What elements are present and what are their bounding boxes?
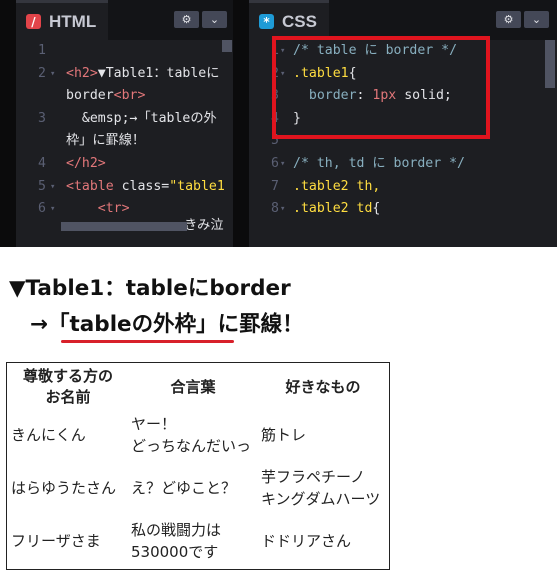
heading-line-1: ▼Table1：tableにborder	[9, 276, 291, 301]
code-text: <table class="table1	[66, 178, 225, 194]
html-pane-header: / HTML ⚙ ⌄	[16, 0, 233, 40]
css-tab-label: CSS	[282, 11, 317, 31]
code-line: 4 </h2>	[16, 153, 233, 176]
line-number: 6	[271, 155, 279, 171]
code-line: border<br>	[16, 85, 233, 108]
emphasis-underline	[61, 340, 234, 343]
table-row: フリーザさま 私の戦闘力は 530000です ドドリアさん	[9, 516, 387, 567]
table-header-row: 尊敬する方の お名前 合言葉 好きなもの	[9, 365, 387, 407]
code-line: 5 ▾ <table class="table1	[16, 176, 233, 199]
css-pane-controls: ⚙ ⌄	[496, 11, 549, 28]
gear-icon: ⚙	[503, 13, 514, 26]
css-tab[interactable]: * CSS	[249, 0, 329, 40]
highlight-box	[272, 36, 490, 139]
code-line: 2 ▾ <h2>▼Table1：tableに	[16, 63, 233, 86]
code-text: .table2 th,	[293, 178, 381, 194]
fold-arrow-icon[interactable]: ▾	[280, 198, 285, 221]
code-text: <tr>	[66, 201, 130, 217]
line-number: 6	[38, 201, 46, 217]
table-cell: はらゆうたさん	[11, 478, 117, 497]
line-number: 1	[38, 43, 46, 58]
code-text: /* th, td に border */	[293, 155, 465, 171]
line-number: 2	[38, 65, 46, 81]
code-editor: / HTML ⚙ ⌄ 1 2 ▾ <h2>▼Table1：tableに border<b…	[0, 0, 557, 247]
line-number: 4	[38, 155, 46, 171]
code-line: 1	[16, 40, 233, 63]
html-pane: / HTML ⚙ ⌄ 1 2 ▾ <h2>▼Table1：tableに border<b…	[16, 0, 233, 247]
code-text: border<br>	[66, 88, 146, 104]
fold-arrow-icon[interactable]: ▾	[50, 176, 55, 199]
table-cell: フリーザさま	[11, 532, 101, 551]
html-horizontal-scrollbar[interactable]	[61, 222, 187, 231]
chevron-down-icon: ⌄	[531, 13, 542, 26]
code-text: </h2>	[66, 155, 106, 171]
code-line: 6 ▾ /* th, td に border */	[249, 153, 557, 176]
code-line: 7 .table2 th,	[249, 176, 557, 199]
fold-arrow-icon[interactable]: ▾	[50, 63, 55, 86]
rendered-output: ▼Table1：tableにborder →「tableの外枠」に罫線！ 尊敬す…	[0, 247, 557, 579]
table-cell: え？どゆこと？	[131, 478, 237, 497]
code-text: .table2 td{	[293, 201, 381, 217]
table-cell: ドドリアさん	[261, 532, 352, 551]
css-pane-header: * CSS ⚙ ⌄	[249, 0, 557, 40]
fold-arrow-icon[interactable]: ▾	[50, 198, 55, 221]
css-collapse-button[interactable]: ⌄	[524, 11, 549, 28]
output-heading: ▼Table1：tableにborder →「tableの外枠」に罫線！	[9, 271, 304, 343]
html-collapse-button[interactable]: ⌄	[202, 11, 227, 28]
code-line: 3 &emsp;→「tableの外	[16, 108, 233, 131]
code-text: <h2>▼Table1：tableに	[66, 65, 220, 81]
html-pane-controls: ⚙ ⌄	[174, 11, 227, 28]
line-number: 3	[38, 110, 46, 126]
table-cell: 私の戦闘力は 530000です	[131, 521, 222, 562]
html-file-icon: /	[26, 14, 41, 29]
html-settings-button[interactable]: ⚙	[174, 11, 199, 28]
table-row: きんにくん ヤー！ どっちなんだいっ 筋トレ	[9, 409, 387, 460]
header-cell: 尊敬する方の お名前	[22, 367, 113, 406]
header-cell: 合言葉	[170, 377, 216, 396]
table-cell: ヤー！ どっちなんだいっ	[131, 414, 252, 455]
table-row: はらゆうたさん え？どゆこと？ 芋フラペチーノ キングダムハーツ	[9, 462, 387, 513]
code-text: 枠」に罫線！	[66, 133, 146, 149]
header-cell: 好きなもの	[285, 377, 361, 396]
table-cell: きんにくん	[11, 425, 86, 444]
chevron-down-icon: ⌄	[209, 13, 220, 26]
heading-line-2: →「tableの外枠」に罫線！	[30, 312, 304, 337]
code-line: 8 ▾ .table2 td{	[249, 198, 557, 221]
gear-icon: ⚙	[181, 13, 192, 26]
html-tab-label: HTML	[49, 11, 97, 31]
table-cell: 芋フラペチーノ キングダムハーツ	[261, 467, 381, 508]
fold-arrow-icon[interactable]: ▾	[280, 153, 285, 176]
code-text: きみ泣	[184, 217, 224, 233]
css-vertical-scrollbar[interactable]	[545, 40, 555, 88]
css-settings-button[interactable]: ⚙	[496, 11, 521, 28]
html-vertical-scrollbar[interactable]	[222, 40, 232, 52]
code-text: &emsp;→「tableの外	[66, 110, 217, 126]
html-code-area[interactable]: 1 2 ▾ <h2>▼Table1：tableに border<br> 3 &emsp;→…	[16, 40, 233, 247]
demo-table: 尊敬する方の お名前 合言葉 好きなもの きんにくん ヤー！ どっちなんだいっ 筋トレは…	[6, 362, 390, 570]
code-line: 枠」に罫線！	[16, 130, 233, 153]
css-file-icon: *	[259, 14, 274, 29]
line-number: 8	[271, 201, 279, 217]
line-number: 5	[38, 178, 46, 194]
line-number: 7	[271, 178, 279, 194]
table-cell: 筋トレ	[261, 425, 307, 444]
html-tab[interactable]: / HTML	[16, 0, 109, 40]
